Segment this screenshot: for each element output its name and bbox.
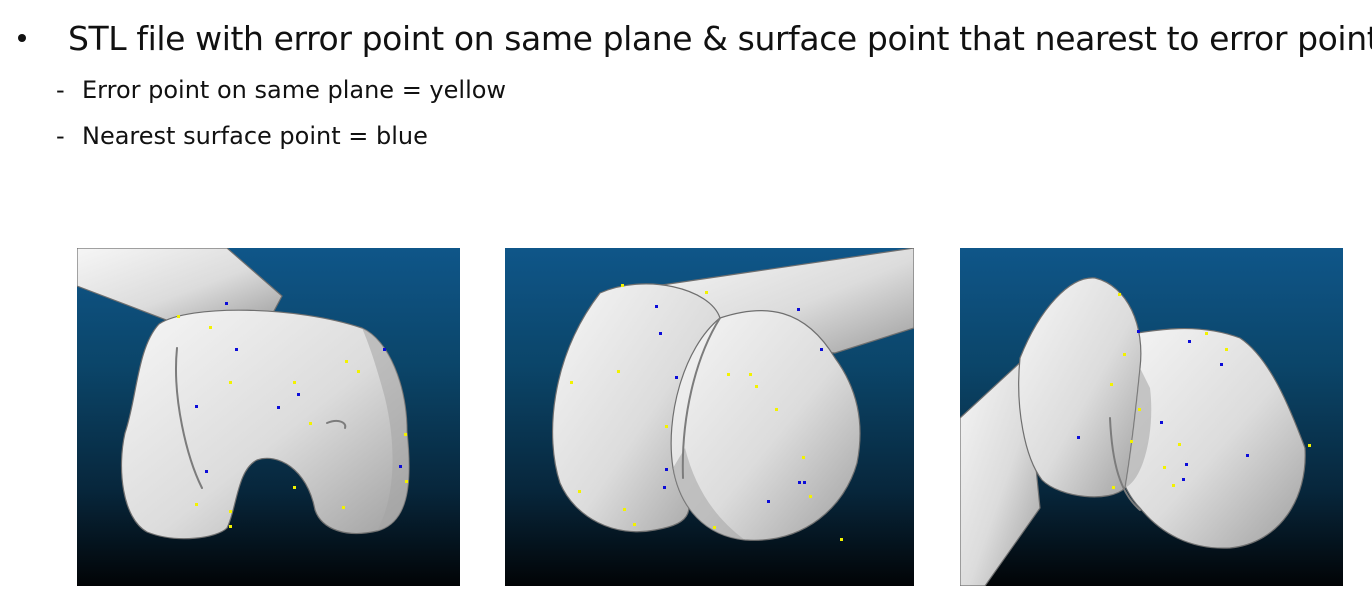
nearest-point-marker: [399, 465, 402, 468]
error-point-marker: [404, 433, 407, 436]
nearest-point-marker: [1077, 436, 1080, 439]
error-point-marker: [570, 381, 573, 384]
stl-view-side: [960, 248, 1343, 586]
error-point-marker: [342, 506, 345, 509]
nearest-point-marker: [1185, 463, 1188, 466]
nearest-point-marker: [659, 332, 662, 335]
legend-list: - Error point on same plane = yellow - N…: [56, 73, 506, 165]
nearest-point-marker: [663, 486, 666, 489]
nearest-point-marker: [655, 305, 658, 308]
nearest-point-marker: [383, 348, 386, 351]
error-point-marker: [209, 326, 212, 329]
nearest-point-marker: [225, 302, 228, 305]
error-point-marker: [309, 422, 312, 425]
dash-icon: -: [56, 76, 65, 104]
nearest-point-marker: [235, 348, 238, 351]
stl-view-oblique: [505, 248, 914, 586]
error-point-marker: [1112, 486, 1115, 489]
nearest-point-marker: [767, 500, 770, 503]
error-point-marker: [578, 490, 581, 493]
error-point-marker: [713, 526, 716, 529]
nearest-point-marker: [1246, 454, 1249, 457]
femur-model-oblique: [551, 248, 914, 541]
stl-view-front: [77, 248, 460, 586]
error-point-marker: [229, 525, 232, 528]
nearest-point-marker: [820, 348, 823, 351]
femur-condyle-front: [1018, 277, 1142, 498]
error-point-marker: [1205, 332, 1208, 335]
error-point-marker: [1130, 440, 1133, 443]
bullet-icon: [18, 34, 26, 42]
error-point-marker: [229, 381, 232, 384]
nearest-point-marker: [297, 393, 300, 396]
error-point-marker: [802, 456, 805, 459]
error-point-marker: [621, 284, 624, 287]
slide-title: STL file with error point on same plane …: [68, 18, 1372, 58]
nearest-point-marker: [803, 481, 806, 484]
error-point-marker: [840, 538, 843, 541]
error-point-marker: [229, 510, 232, 513]
nearest-point-marker: [205, 470, 208, 473]
nearest-point-marker: [195, 405, 198, 408]
error-point-marker: [775, 408, 778, 411]
error-point-marker: [755, 385, 758, 388]
error-point-marker: [195, 503, 198, 506]
error-point-marker: [665, 425, 668, 428]
femur-model-side: [960, 277, 1311, 586]
error-point-marker: [345, 360, 348, 363]
error-point-marker: [177, 315, 180, 318]
error-point-marker: [357, 370, 360, 373]
error-point-marker: [1138, 408, 1141, 411]
femur-condyles: [120, 309, 410, 540]
legend-item-yellow: - Error point on same plane = yellow: [56, 73, 506, 107]
error-point-marker: [1123, 353, 1126, 356]
error-point-marker: [623, 508, 626, 511]
error-point-marker: [293, 381, 296, 384]
error-point-marker: [727, 373, 730, 376]
femur-model-front: [77, 248, 410, 540]
title-bullet-row: STL file with error point on same plane …: [18, 12, 1372, 64]
error-point-marker: [809, 495, 812, 498]
legend-text-blue: Nearest surface point = blue: [82, 122, 428, 150]
error-point-marker: [1225, 348, 1228, 351]
nearest-point-marker: [1182, 478, 1185, 481]
nearest-point-marker: [675, 376, 678, 379]
error-point-marker: [293, 486, 296, 489]
nearest-point-marker: [1188, 340, 1191, 343]
error-point-marker: [749, 373, 752, 376]
error-point-marker: [405, 480, 408, 483]
error-point-marker: [1172, 484, 1175, 487]
legend-text-yellow: Error point on same plane = yellow: [82, 76, 507, 104]
legend-item-blue: - Nearest surface point = blue: [56, 119, 506, 153]
nearest-point-marker: [797, 308, 800, 311]
error-point-marker: [617, 370, 620, 373]
error-point-marker: [705, 291, 708, 294]
error-point-marker: [1178, 443, 1181, 446]
error-point-marker: [1118, 293, 1121, 296]
nearest-point-marker: [277, 406, 280, 409]
nearest-point-marker: [798, 481, 801, 484]
nearest-point-marker: [1137, 330, 1140, 333]
error-point-marker: [1110, 383, 1113, 386]
error-point-marker: [1163, 466, 1166, 469]
error-point-marker: [1308, 444, 1311, 447]
nearest-point-marker: [1160, 421, 1163, 424]
error-point-marker: [633, 523, 636, 526]
dash-icon: -: [56, 122, 65, 150]
nearest-point-marker: [1220, 363, 1223, 366]
nearest-point-marker: [665, 468, 668, 471]
